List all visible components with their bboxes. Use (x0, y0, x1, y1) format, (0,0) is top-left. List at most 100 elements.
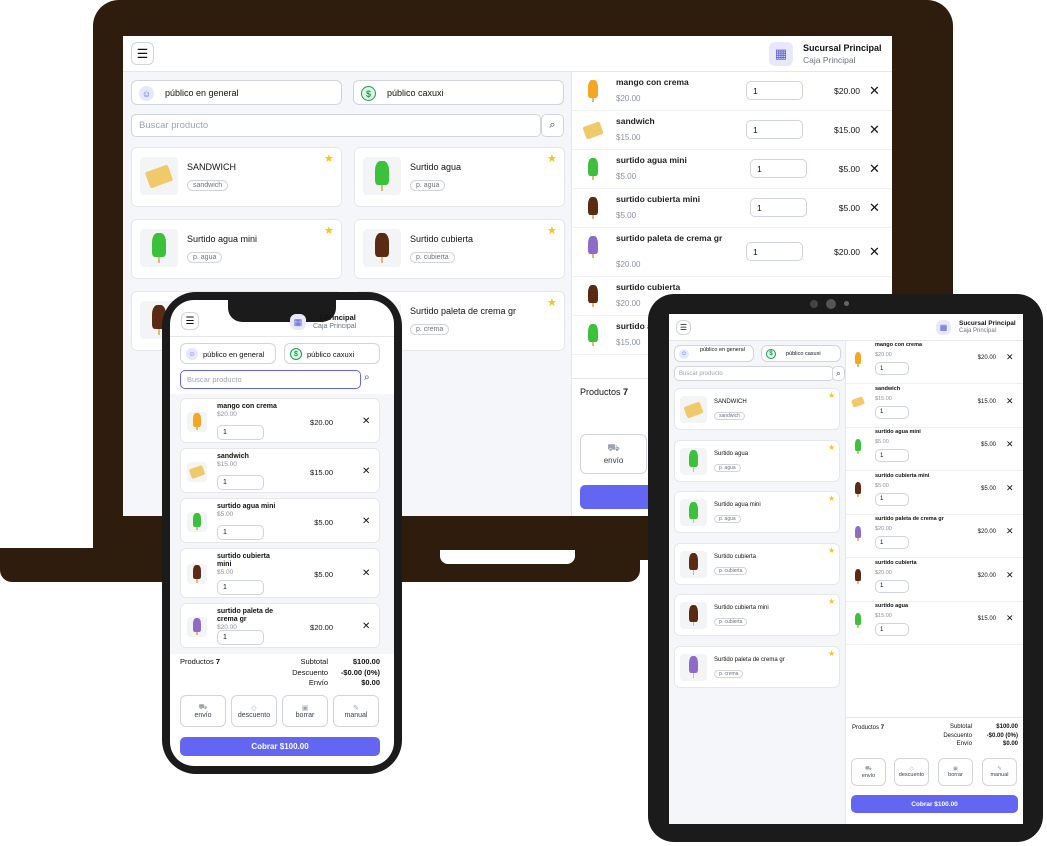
product-card[interactable]: Surtido agua p. agua ★ (354, 147, 565, 207)
cart-row: surtido agua mini $5.00 1 $5.00 ✕ (846, 428, 1023, 471)
product-name: Surtido cubierta (410, 234, 474, 244)
close-icon[interactable]: ✕ (869, 200, 880, 216)
shipping-action[interactable]: ⛟ envío (180, 695, 226, 727)
search-input[interactable]: Buscar producto (674, 366, 834, 381)
search-icon[interactable]: ⌕ (364, 372, 370, 383)
search-button[interactable]: ⌕ (541, 114, 564, 137)
close-icon[interactable]: ✕ (362, 416, 370, 427)
quantity-input[interactable]: 1 (217, 475, 264, 490)
product-card[interactable]: Surtido cubierta mini p. cubierta ★ (674, 594, 840, 636)
product-card[interactable]: SANDWICH sandwich ★ (131, 147, 342, 207)
popsicle-image (193, 617, 201, 636)
client-general-button[interactable]: ☺ público en general (180, 343, 276, 364)
close-icon[interactable]: ✕ (869, 244, 880, 260)
quantity-input[interactable]: 1 (746, 120, 803, 139)
client-general-button[interactable]: ☺ público en general (674, 345, 754, 362)
star-icon[interactable]: ★ (828, 649, 835, 658)
client-general-button[interactable]: ☺ público en general (131, 80, 342, 105)
camera (826, 299, 836, 309)
close-icon[interactable]: ✕ (869, 122, 880, 138)
close-icon[interactable]: ✕ (1006, 396, 1014, 407)
quantity-input[interactable]: 1 (875, 449, 909, 462)
star-icon[interactable]: ★ (828, 597, 835, 606)
discount-action[interactable]: ◇ descuento (231, 695, 277, 727)
quantity-input[interactable]: 1 (875, 536, 909, 549)
pay-button[interactable]: Cobrar $100.00 (180, 737, 380, 756)
cart-item-unit-price: $20.00 (875, 569, 892, 576)
close-icon[interactable]: ✕ (362, 466, 370, 477)
product-card[interactable]: Surtido cubierta p. cubierta ★ (674, 542, 840, 585)
cart-item-thumb (582, 234, 604, 260)
close-icon[interactable]: ✕ (1006, 483, 1014, 494)
star-icon[interactable]: ★ (547, 296, 557, 309)
shipping-action-label: envío (603, 456, 624, 465)
quantity-input[interactable]: 1 (875, 623, 909, 636)
close-icon[interactable]: ✕ (869, 161, 880, 177)
quantity-input[interactable]: 1 (746, 81, 803, 100)
search-input[interactable]: Buscar producto (131, 114, 541, 137)
product-card[interactable]: Surtido agua mini p. agua ★ (674, 491, 840, 533)
star-icon[interactable]: ★ (828, 443, 835, 452)
quantity-input[interactable]: 1 (217, 525, 264, 540)
cart-item-total: $15.00 (977, 616, 996, 622)
client-general-label: público en general (700, 347, 745, 353)
products-count: Productos 7 (580, 387, 629, 397)
star-icon[interactable]: ★ (828, 494, 835, 503)
quantity-input[interactable]: 1 (750, 198, 807, 217)
quantity-input[interactable]: 1 (875, 405, 909, 419)
quantity-input[interactable]: 1 (746, 242, 803, 261)
quantity-input[interactable]: 1 (875, 362, 909, 375)
shipping-action[interactable]: ⛟ envío (580, 434, 647, 474)
cart-item-total: $5.00 (838, 203, 860, 213)
menu-button[interactable]: ☰ (181, 312, 199, 330)
manual-action[interactable]: ✎ manual (333, 695, 379, 727)
clear-action[interactable]: ▣ borrar (282, 695, 328, 727)
popsicle-image (375, 233, 389, 263)
close-icon[interactable]: ✕ (869, 83, 880, 99)
client-caxuxi-button[interactable]: $ público caxuxi (284, 343, 380, 364)
clear-action[interactable]: ▣ borrar (938, 758, 973, 786)
cart-item-total: $5.00 (980, 485, 996, 492)
menu-button[interactable]: ☰ (676, 320, 691, 335)
search-icon: ⌕ (549, 119, 556, 131)
quantity-input[interactable]: 1 (217, 425, 264, 440)
close-icon[interactable]: ✕ (1006, 613, 1014, 624)
product-card[interactable]: SANDWICH sandwich ★ (674, 388, 840, 430)
quantity-input[interactable]: 1 (217, 630, 264, 645)
quantity-input[interactable]: 1 (875, 492, 909, 506)
product-card[interactable]: Surtido cubierta p. cubierta ★ (354, 219, 565, 279)
phone-device: ☰ ▦ l Principal Caja Principal ☺ público… (162, 292, 402, 774)
product-card[interactable]: Surtido agua mini p. agua ★ (131, 219, 342, 279)
search-input[interactable]: Buscar producto (180, 370, 361, 389)
star-icon[interactable]: ★ (828, 391, 835, 400)
client-caxuxi-button[interactable]: $ público caxuxi (353, 80, 564, 105)
close-icon[interactable]: ✕ (1006, 352, 1014, 363)
client-general-label: público en general (165, 88, 239, 98)
cart-row: surtido paleta de crema gr $20.00 1 $20.00 ✕ (846, 515, 1023, 558)
star-icon[interactable]: ★ (324, 152, 334, 165)
client-caxuxi-button[interactable]: $ público caxuxi (761, 345, 841, 362)
close-icon[interactable]: ✕ (362, 621, 370, 632)
manual-action[interactable]: ✎ manual (982, 758, 1017, 786)
star-icon[interactable]: ★ (324, 224, 334, 237)
menu-button[interactable]: ☰ (131, 42, 154, 65)
pay-button[interactable]: Cobrar $100.00 (851, 795, 1018, 813)
star-icon[interactable]: ★ (828, 546, 835, 555)
close-icon[interactable]: ✕ (1006, 526, 1014, 537)
client-caxuxi-label: público caxuxi (786, 351, 821, 357)
quantity-input[interactable]: 1 (875, 579, 909, 593)
close-icon[interactable]: ✕ (1006, 570, 1014, 581)
discount-action[interactable]: ◇ descuento (894, 758, 929, 786)
search-button[interactable]: ⌕ (832, 366, 845, 381)
quantity-input[interactable]: 1 (217, 580, 264, 595)
close-icon[interactable]: ✕ (1006, 439, 1014, 450)
close-icon[interactable]: ✕ (362, 568, 370, 579)
quantity-input[interactable]: 1 (750, 159, 807, 178)
product-card[interactable]: Surtido paleta de crema gr p. crema ★ (674, 645, 840, 688)
star-icon[interactable]: ★ (547, 224, 557, 237)
product-card[interactable]: Surtido agua p. agua ★ (674, 439, 840, 482)
shipping-action[interactable]: ⛟ envío (851, 758, 886, 786)
star-icon[interactable]: ★ (547, 152, 557, 165)
close-icon[interactable]: ✕ (362, 516, 370, 527)
popsicle-image (854, 351, 862, 367)
